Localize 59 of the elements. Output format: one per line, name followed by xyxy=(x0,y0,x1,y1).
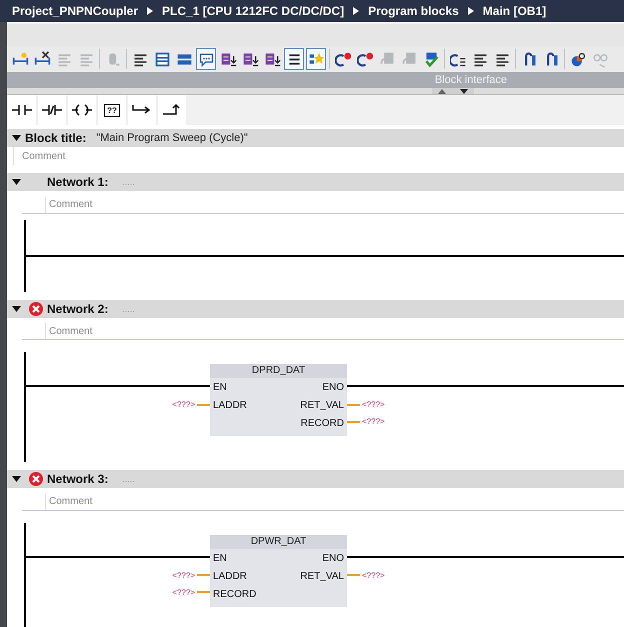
block-name: DPRD_DAT xyxy=(210,364,347,378)
collapse-icon[interactable] xyxy=(12,135,21,141)
network-title: Network 2: xyxy=(47,302,108,316)
panel-title: Block interface xyxy=(434,74,507,86)
collapse-icon[interactable] xyxy=(12,306,21,312)
up-arrow-icon[interactable] xyxy=(438,88,446,94)
operand-placeholder[interactable]: <???> xyxy=(172,588,195,596)
operand-placeholder[interactable]: <???> xyxy=(362,417,385,426)
error-arrow-icon[interactable] xyxy=(356,50,374,68)
block-title-label: Block title: xyxy=(25,131,86,145)
chart-icon[interactable] xyxy=(570,50,586,68)
output-pin: RECORD xyxy=(300,418,344,429)
download-icon[interactable] xyxy=(220,50,236,68)
separator-icon xyxy=(468,7,474,15)
input-pin: RECORD xyxy=(213,588,256,600)
connection-line xyxy=(197,404,210,406)
negated-contact-icon[interactable] xyxy=(41,103,63,117)
down-arrow-icon[interactable] xyxy=(460,88,468,94)
input-pin: EN xyxy=(213,382,227,393)
breadcrumb-item[interactable]: Main [OB1] xyxy=(482,4,546,18)
network-title: Network 1: xyxy=(47,175,108,189)
input-pin: LADDR xyxy=(213,570,247,582)
connection-line xyxy=(347,420,360,422)
connection-line xyxy=(197,574,210,576)
breadcrumb-item[interactable]: Project_PNPNCoupler xyxy=(12,4,138,18)
block-title-value: "Main Program Sweep (Cycle)" xyxy=(96,132,248,144)
checkmark-icon[interactable] xyxy=(422,50,440,68)
window-icon[interactable] xyxy=(154,50,170,68)
error-arrow-icon[interactable] xyxy=(334,50,352,68)
function-block[interactable]: DPRD_DAT EN ENO LADDR RET_VAL RECORD xyxy=(210,364,347,436)
delete-icon[interactable] xyxy=(34,50,50,68)
breadcrumb-item[interactable]: PLC_1 [CPU 1212FC DC/DC/DC] xyxy=(162,4,344,18)
separator-icon xyxy=(147,7,154,15)
contact-icon[interactable] xyxy=(11,103,33,117)
input-pin: LADDR xyxy=(213,400,247,411)
coil-icon[interactable] xyxy=(71,103,93,117)
operand-placeholder[interactable]: <???> xyxy=(362,570,385,580)
network-title: Network 3: xyxy=(47,472,108,486)
breadcrumb-item[interactable]: Program blocks xyxy=(368,4,459,18)
output-pin: RET_VAL xyxy=(300,570,344,582)
operand-placeholder[interactable]: <???> xyxy=(362,400,385,409)
function-block[interactable]: DPWR_DAT EN ENO LADDR RET_VAL RECORD xyxy=(210,534,347,606)
download-icon[interactable] xyxy=(242,50,258,68)
block-name: DPWR_DAT xyxy=(210,534,347,548)
connection-line xyxy=(347,574,360,576)
output-pin: RET_VAL xyxy=(300,400,344,411)
download-icon[interactable] xyxy=(264,50,280,68)
input-pin: EN xyxy=(213,552,227,564)
output-pin: ENO xyxy=(322,552,344,564)
collapse-icon[interactable] xyxy=(12,476,21,482)
collapse-icon[interactable] xyxy=(12,179,21,185)
box-instruction-button[interactable]: ?? xyxy=(104,104,120,116)
separator-icon xyxy=(353,7,360,15)
connection-line xyxy=(197,591,210,593)
operand-placeholder[interactable]: <???> xyxy=(172,400,195,409)
operand-placeholder[interactable]: <???> xyxy=(172,570,195,580)
connection-line xyxy=(347,404,360,406)
output-pin: ENO xyxy=(322,382,344,393)
network-icon[interactable] xyxy=(12,50,28,68)
